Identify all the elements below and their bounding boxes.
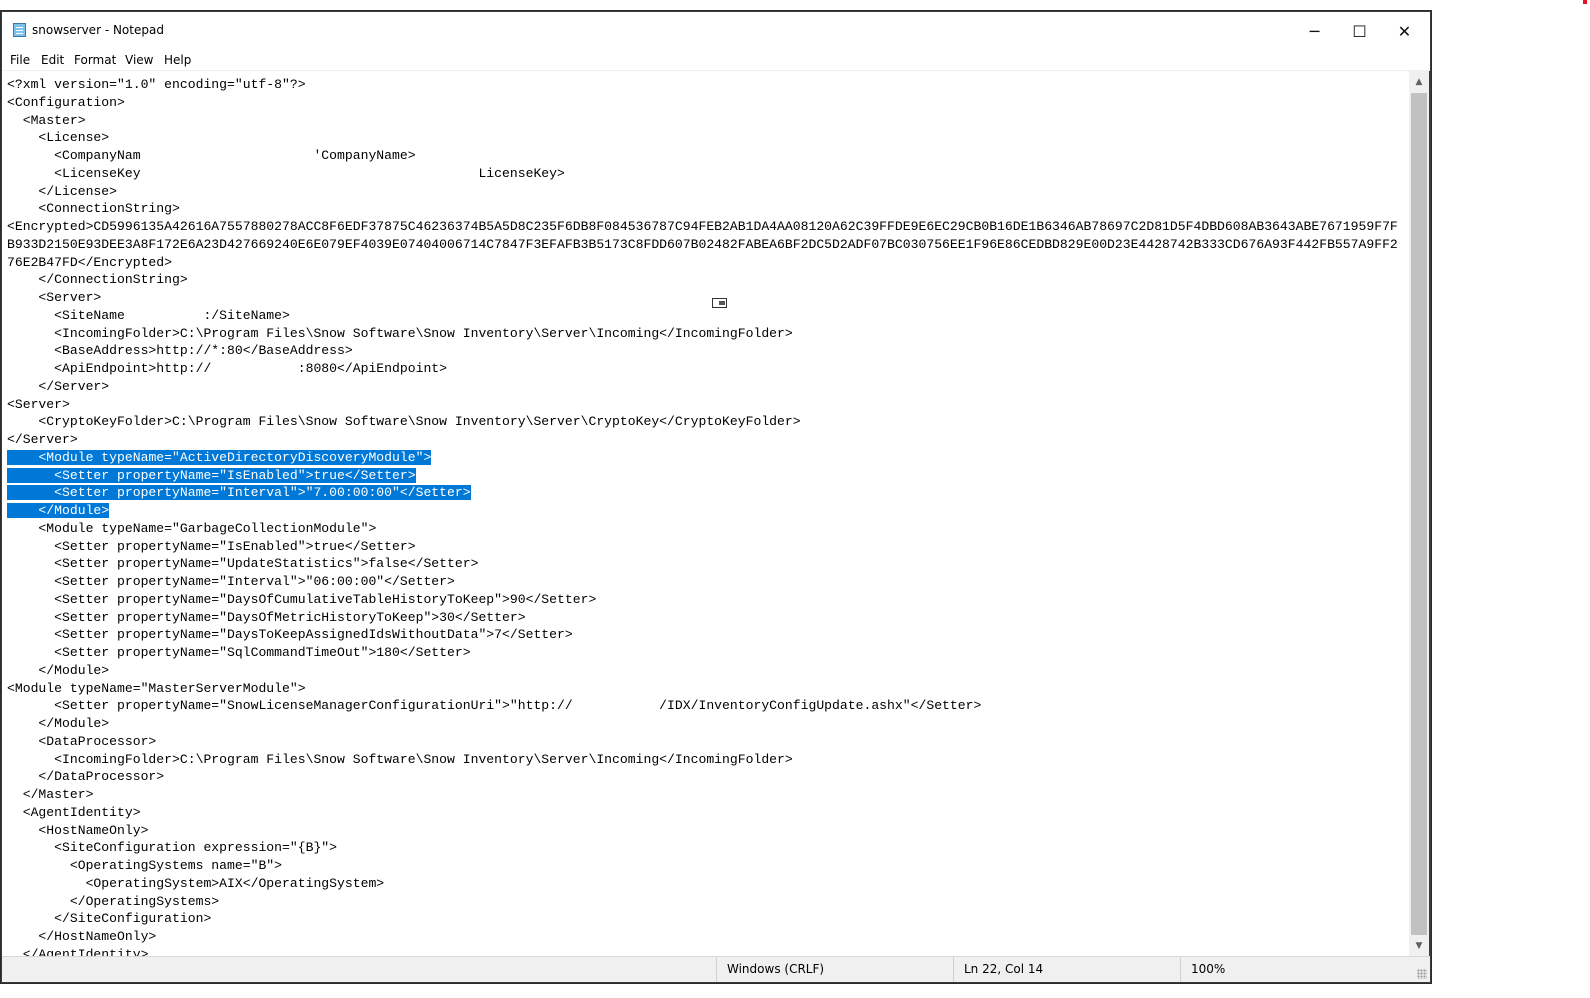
scroll-up-icon[interactable]: ▲	[1409, 73, 1429, 91]
resize-grip-icon[interactable]	[1417, 969, 1427, 979]
editor-line: <Setter propertyName="SnowLicenseManager…	[7, 698, 982, 714]
editor-line: <IncomingFolder>C:\Program Files\Snow So…	[7, 751, 793, 767]
notepad-app-icon	[13, 23, 26, 37]
editor-line: <Setter propertyName="Interval">"06:00:0…	[7, 574, 455, 589]
editor-line: <Setter propertyName="DaysOfCumulativeTa…	[7, 591, 597, 607]
editor-line: <Setter propertyName="DaysOfMetricHistor…	[7, 609, 526, 625]
title-bar[interactable]: snowserver - Notepad ─ ☐ ✕	[2, 12, 1430, 50]
editor-line: <DataProcessor>	[7, 733, 157, 749]
editor-line: <Module typeName="GarbageCollectionModul…	[7, 520, 377, 536]
editor-line: <Setter propertyName="IsEnabled">true</S…	[7, 538, 416, 554]
editor-line: </Module>	[7, 662, 110, 678]
close-button[interactable]: ✕	[1382, 12, 1427, 50]
editor-line: <Server>	[7, 396, 70, 412]
editor-line: <SiteName :/SiteName>	[7, 307, 290, 323]
editor-line: </Server>	[7, 378, 110, 394]
editor-line: <Encrypted>CD5996135A42616A7557880278ACC…	[7, 219, 1398, 234]
editor-line: </Module>	[7, 716, 110, 731]
text-editor[interactable]: <?xml version="1.0" encoding="utf-8"?> <C…	[2, 71, 1409, 956]
editor-line: B933D2150E93DEE3A8F172E6A23D427669240E6E…	[7, 236, 1398, 252]
maximize-button[interactable]: ☐	[1337, 12, 1382, 50]
editor-line: <Module typeName="MasterServerModule">	[7, 680, 306, 696]
minimize-button[interactable]: ─	[1292, 12, 1337, 50]
editor-line: </ConnectionString>	[7, 272, 188, 288]
menu-view[interactable]: View	[125, 53, 153, 67]
status-bar: Windows (CRLF) Ln 22, Col 14 100%	[2, 956, 1430, 982]
editor-line: <Setter propertyName="IsEnabled">true</S…	[7, 467, 416, 485]
editor-line: <Setter propertyName="DaysToKeepAssigned…	[7, 627, 573, 643]
editor-line: </AgentIdentity>	[7, 946, 149, 956]
editor-line: </OperatingSystems>	[7, 893, 220, 909]
editor-line: <Setter propertyName="UpdateStatistics">…	[7, 556, 479, 572]
editor-line: <IncomingFolder>C:\Program Files\Snow So…	[7, 325, 793, 341]
editor-line: </Module>	[7, 502, 110, 520]
editor-line: <Master>	[7, 112, 86, 128]
editor-line: <?xml version="1.0" encoding="utf-8"?>	[7, 77, 306, 92]
menu-edit[interactable]: Edit	[41, 53, 64, 67]
editor-line: <HostNameOnly>	[7, 822, 149, 838]
editor-line: </HostNameOnly>	[7, 929, 157, 944]
editor-line: 76E2B47FD</Encrypted>	[7, 254, 173, 270]
editor-line: </License>	[7, 183, 118, 199]
editor-line: <OperatingSystem>AIX</OperatingSystem>	[7, 875, 385, 891]
menu-file[interactable]: File	[10, 53, 30, 67]
editor-line: </DataProcessor>	[7, 769, 165, 785]
menu-bar: File Edit Format View Help	[2, 50, 1430, 71]
red-corner-mark	[1583, 0, 1587, 4]
mouse-cursor-icon	[712, 298, 727, 308]
editor-line: <ConnectionString>	[7, 201, 180, 217]
editor-line: </Master>	[7, 787, 94, 802]
selected-text: <Setter propertyName="Interval">"7.00:00…	[7, 485, 471, 501]
editor-line: <Setter propertyName="Interval">"7.00:00…	[7, 484, 471, 502]
status-zoom: 100%	[1180, 957, 1430, 982]
editor-line: <License>	[7, 130, 110, 146]
editor-line: <CryptoKeyFolder>C:\Program Files\Snow S…	[7, 414, 801, 430]
editor-line: <ApiEndpoint>http:// :8080</ApiEndpoint>	[7, 361, 448, 376]
selected-text: <Setter propertyName="IsEnabled">true</S…	[7, 467, 416, 483]
selected-text: <Module typeName="ActiveDirectoryDiscove…	[38, 449, 432, 465]
selected-text: </Module>	[7, 503, 110, 518]
editor-line: </Server>	[7, 432, 78, 447]
editor-line: <SiteConfiguration expression="{B}">	[7, 840, 338, 856]
notepad-window: snowserver - Notepad ─ ☐ ✕ File Edit For…	[0, 10, 1432, 984]
menu-format[interactable]: Format	[74, 53, 116, 67]
vertical-scrollbar[interactable]: ▲ ▼	[1409, 71, 1429, 956]
editor-line: <CompanyNam 'CompanyName>	[7, 148, 416, 163]
editor-line: <AgentIdentity>	[7, 804, 141, 820]
editor-line: <Setter propertyName="SqlCommandTimeOut"…	[7, 645, 471, 660]
scroll-thumb[interactable]	[1411, 93, 1427, 935]
menu-help[interactable]: Help	[164, 53, 191, 67]
editor-line: <LicenseKey LicenseKey>	[7, 165, 565, 181]
window-title: snowserver - Notepad	[32, 23, 164, 37]
editor-line: <Module typeName="ActiveDirectoryDiscove…	[7, 449, 432, 467]
editor-line: <BaseAddress>http://*:80</BaseAddress>	[7, 343, 353, 359]
editor-line: <OperatingSystems name="B">	[7, 858, 283, 873]
editor-line: <Server>	[7, 290, 102, 305]
editor-line: <Configuration>	[7, 94, 125, 110]
status-encoding: Windows (CRLF)	[716, 957, 953, 982]
editor-line: </SiteConfiguration>	[7, 911, 212, 927]
status-cursor-position: Ln 22, Col 14	[953, 957, 1180, 982]
scroll-down-icon[interactable]: ▼	[1409, 937, 1429, 955]
selection-indent	[7, 449, 39, 465]
